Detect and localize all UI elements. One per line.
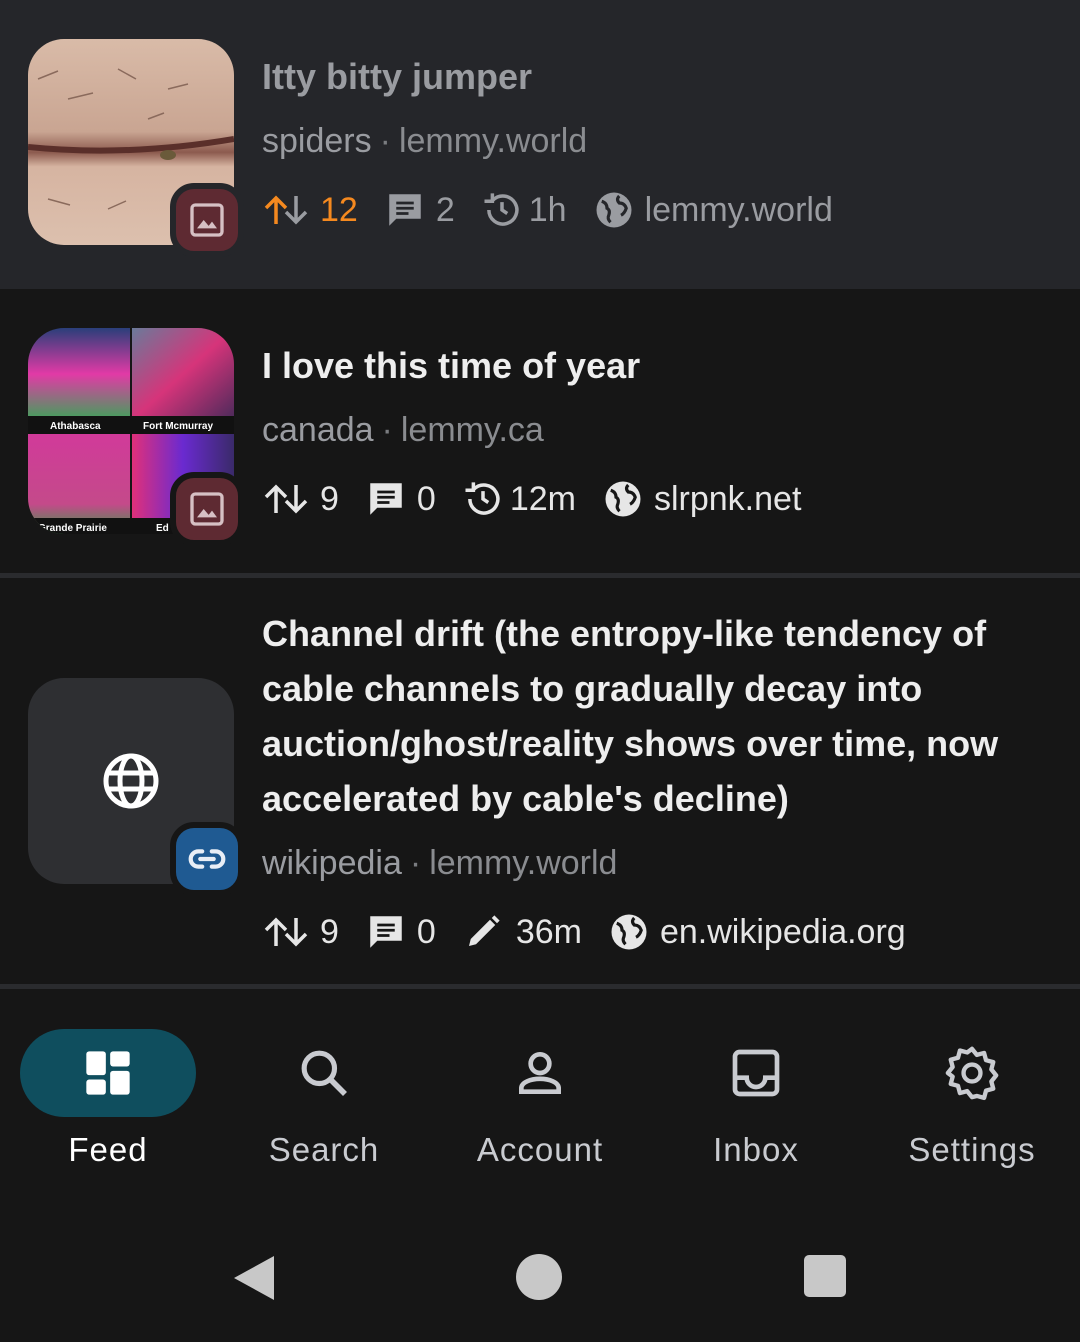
globe-icon (602, 478, 644, 520)
instance-name: lemmy.ca (400, 411, 544, 449)
image-badge (170, 472, 244, 546)
post-age: 1h (528, 190, 567, 229)
instance-name: lemmy.world (398, 122, 588, 160)
settings-icon (945, 1046, 999, 1101)
community-name[interactable]: canada (262, 411, 374, 449)
comment-count: 0 (416, 479, 436, 518)
post-stats: 9 0 12m slrpnk.net (262, 474, 827, 524)
post-title[interactable]: Itty bitty jumper (262, 49, 1042, 104)
post-domain[interactable]: lemmy.world (645, 191, 833, 230)
nav-search[interactable]: Search (216, 1029, 432, 1169)
nav-label: Search (268, 1131, 380, 1168)
comment-icon (365, 478, 407, 520)
vote-icon[interactable] (262, 479, 310, 519)
search-icon (301, 1050, 347, 1096)
post-card[interactable]: Channel drift (the entropy-like tendency… (0, 578, 1080, 984)
post-age: 12m (509, 479, 576, 518)
nav-label: Feed (68, 1131, 148, 1168)
history-icon (462, 478, 504, 520)
nav-inbox[interactable]: Inbox (648, 1029, 864, 1169)
link-badge (170, 822, 244, 896)
nav-label: Account (476, 1131, 604, 1168)
post-card[interactable]: Itty bitty jumper spiders · lemmy.world 12… (0, 0, 1080, 289)
post-meta: wikipedia · lemmy.world (262, 844, 618, 882)
home-icon[interactable] (515, 1253, 563, 1301)
back-icon[interactable] (230, 1254, 278, 1302)
post-domain[interactable]: en.wikipedia.org (660, 913, 906, 952)
instance-name: lemmy.world (429, 844, 618, 882)
post-title[interactable]: I love this time of year (262, 338, 1042, 393)
thumb-label: Ed (156, 523, 169, 534)
post-stats: 9 0 36m en.wikipedia.org (262, 907, 932, 957)
community-name[interactable]: wikipedia (262, 844, 402, 882)
post-domain[interactable]: slrpnk.net (654, 480, 801, 519)
nav-label: Inbox (713, 1131, 799, 1168)
post-card[interactable]: Athabasca Fort Mcmurray Grande Prairie E… (0, 289, 1080, 573)
post-stats: 12 2 1h lemmy.world (262, 185, 859, 235)
vote-icon[interactable] (262, 190, 310, 230)
thumb-label: Athabasca (50, 421, 101, 432)
nav-active-indicator (20, 1029, 196, 1117)
image-icon (190, 492, 224, 526)
globe-icon (593, 189, 635, 231)
vote-icon[interactable] (262, 912, 310, 952)
community-name[interactable]: spiders (262, 122, 372, 160)
score-count: 9 (320, 479, 339, 518)
nav-feed[interactable]: Feed (0, 1029, 216, 1169)
history-icon (481, 189, 523, 231)
edit-icon (462, 911, 504, 953)
link-icon (188, 849, 226, 869)
score-count: 12 (320, 190, 358, 229)
score-count: 9 (320, 912, 339, 951)
comment-count: 2 (435, 190, 455, 229)
inbox-icon (732, 1049, 780, 1097)
image-icon (190, 203, 224, 237)
nav-account[interactable]: Account (432, 1029, 648, 1169)
image-badge (170, 183, 244, 257)
feed-icon (86, 1051, 130, 1095)
post-meta: spiders · lemmy.world (262, 122, 588, 160)
account-icon (519, 1052, 561, 1094)
bottom-navigation: Feed Search Account Inbox Settings (0, 989, 1080, 1199)
recents-icon[interactable] (803, 1254, 847, 1298)
nav-label: Settings (908, 1131, 1036, 1168)
thumb-label: Fort Mcmurray (143, 421, 213, 432)
comment-icon (365, 911, 407, 953)
thumb-label: Grande Prairie (38, 523, 107, 534)
system-navigation-bar (0, 1199, 1080, 1342)
web-icon (103, 753, 159, 809)
comment-count: 0 (416, 912, 436, 951)
globe-icon (608, 911, 650, 953)
post-age: 36m (515, 912, 582, 951)
nav-settings[interactable]: Settings (864, 1029, 1080, 1169)
post-title[interactable]: Channel drift (the entropy-like tendency… (262, 606, 1042, 826)
comment-icon (384, 189, 426, 231)
post-meta: canada · lemmy.ca (262, 411, 544, 449)
